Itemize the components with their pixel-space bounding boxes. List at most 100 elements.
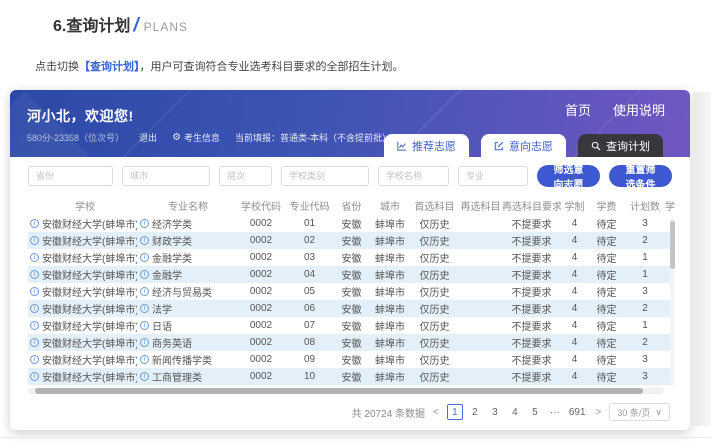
filter-input-level[interactable] bbox=[219, 166, 272, 186]
cell-school-code: 0002 bbox=[236, 252, 286, 263]
prev-page-button[interactable]: < bbox=[433, 407, 439, 418]
filter-input-school-name[interactable] bbox=[378, 166, 449, 186]
col-major-code: 专业代码 bbox=[286, 198, 333, 213]
cell-tuition: 待定 bbox=[588, 318, 625, 333]
info-icon[interactable] bbox=[30, 372, 39, 381]
info-icon[interactable] bbox=[140, 270, 149, 279]
nav-guide-link[interactable]: 使用说明 bbox=[613, 100, 665, 119]
info-icon[interactable] bbox=[30, 219, 39, 228]
filter-input-province[interactable] bbox=[28, 166, 113, 186]
cell-major: 商务英语 bbox=[140, 335, 236, 350]
cell-requirement: 不提要求 bbox=[502, 301, 561, 316]
table-row[interactable]: 安徽财经大学(蚌埠市)(... 经济学类 0002 01 安徽 蚌埠市 仅历史 … bbox=[28, 215, 672, 232]
table-row[interactable]: 安徽财经大学(蚌埠市)(... 商务英语 0002 08 安徽 蚌埠市 仅历史 … bbox=[28, 334, 672, 351]
cell-school: 安徽财经大学(蚌埠市)(... bbox=[28, 301, 140, 316]
edit-icon bbox=[494, 141, 504, 151]
slash-decoration: / bbox=[133, 15, 138, 37]
cell-school: 安徽财经大学(蚌埠市)(... bbox=[28, 267, 140, 282]
info-icon[interactable] bbox=[140, 253, 149, 262]
reset-filter-button[interactable]: 重置筛选条件 bbox=[609, 165, 672, 187]
info-icon[interactable] bbox=[30, 270, 39, 279]
cell-city: 蚌埠市 bbox=[370, 250, 410, 265]
table-row[interactable]: 安徽财经大学(蚌埠市)(... 财政学类 0002 02 安徽 蚌埠市 仅历史 … bbox=[28, 232, 672, 249]
info-icon[interactable] bbox=[140, 304, 149, 313]
table-body: 安徽财经大学(蚌埠市)(... 经济学类 0002 01 安徽 蚌埠市 仅历史 … bbox=[28, 215, 672, 385]
info-icon[interactable] bbox=[30, 338, 39, 347]
cell-school-code: 0002 bbox=[236, 371, 286, 382]
info-icon[interactable] bbox=[140, 219, 149, 228]
table-row[interactable]: 安徽财经大学(蚌埠市)(... 经济与贸易类 0002 05 安徽 蚌埠市 仅历… bbox=[28, 283, 672, 300]
vertical-scrollbar[interactable] bbox=[670, 217, 675, 385]
info-icon[interactable] bbox=[30, 287, 39, 296]
col-tuition: 学费 bbox=[588, 198, 625, 213]
cell-first-subject: 仅历史 bbox=[410, 267, 459, 282]
cell-city: 蚌埠市 bbox=[370, 267, 410, 282]
info-icon[interactable] bbox=[30, 236, 39, 245]
page-number[interactable]: 691 bbox=[567, 404, 588, 420]
cell-first-subject: 仅历史 bbox=[410, 335, 459, 350]
filter-input-major[interactable] bbox=[458, 166, 528, 186]
page-number[interactable]: 4 bbox=[507, 404, 523, 420]
info-icon[interactable] bbox=[140, 321, 149, 330]
info-icon[interactable] bbox=[140, 287, 149, 296]
pagination-pages: 12345···691 bbox=[447, 404, 588, 420]
info-icon[interactable] bbox=[30, 321, 39, 330]
table-row[interactable]: 安徽财经大学(蚌埠市)(... 日语 0002 07 安徽 蚌埠市 仅历史 不提… bbox=[28, 317, 672, 334]
page-number[interactable]: 2 bbox=[467, 404, 483, 420]
cell-requirement: 不提要求 bbox=[502, 233, 561, 248]
table-row[interactable]: 安徽财经大学(蚌埠市)(... 法学 0002 06 安徽 蚌埠市 仅历史 不提… bbox=[28, 300, 672, 317]
tab-bar: 推荐志愿 意向志愿 查询计划 bbox=[384, 134, 663, 157]
cell-school: 安徽财经大学(蚌埠市)(... bbox=[28, 284, 140, 299]
logout-link[interactable]: 退出 bbox=[139, 131, 157, 144]
filter-input-city[interactable] bbox=[122, 166, 210, 186]
table-row[interactable]: 安徽财经大学(蚌埠市)(... 工商管理类 0002 10 安徽 蚌埠市 仅历史… bbox=[28, 368, 672, 385]
table-row[interactable]: 安徽财经大学(蚌埠市)(... 金融学类 0002 03 安徽 蚌埠市 仅历史 … bbox=[28, 249, 672, 266]
col-first-subject: 首选科目 bbox=[410, 198, 459, 213]
cell-requirement: 不提要求 bbox=[502, 369, 561, 384]
table-row[interactable]: 安徽财经大学(蚌埠市)(... 新闻传播学类 0002 09 安徽 蚌埠市 仅历… bbox=[28, 351, 672, 368]
cell-duration: 4 bbox=[561, 235, 588, 246]
info-icon[interactable] bbox=[140, 338, 149, 347]
cell-duration: 4 bbox=[561, 320, 588, 331]
tab-intention[interactable]: 意向志愿 bbox=[481, 134, 566, 157]
page-size-select[interactable]: 30 条/页 ∨ bbox=[609, 403, 670, 421]
cell-school: 安徽财经大学(蚌埠市)(... bbox=[28, 216, 140, 231]
page-number[interactable]: 5 bbox=[527, 404, 543, 420]
cell-plan-count: 3 bbox=[625, 286, 665, 297]
filter-intention-button[interactable]: 筛选意向志愿 bbox=[537, 165, 600, 187]
page-number[interactable]: 1 bbox=[447, 404, 463, 420]
info-icon[interactable] bbox=[140, 372, 149, 381]
filter-input-school-type[interactable] bbox=[281, 166, 369, 186]
tab-recommend[interactable]: 推荐志愿 bbox=[384, 134, 469, 157]
nav-home-link[interactable]: 首页 bbox=[565, 100, 591, 119]
horizontal-scrollbar[interactable] bbox=[28, 388, 664, 394]
cell-first-subject: 仅历史 bbox=[410, 233, 459, 248]
info-icon[interactable] bbox=[140, 236, 149, 245]
tab-query-plans[interactable]: 查询计划 bbox=[578, 134, 663, 157]
filter-bar: 筛选意向志愿 重置筛选条件 bbox=[28, 165, 672, 187]
page-number[interactable]: 3 bbox=[487, 404, 503, 420]
cell-duration: 4 bbox=[561, 371, 588, 382]
cell-first-subject: 仅历史 bbox=[410, 284, 459, 299]
info-icon[interactable] bbox=[30, 253, 39, 262]
cell-tuition: 待定 bbox=[588, 284, 625, 299]
cell-tuition: 待定 bbox=[588, 216, 625, 231]
table-row[interactable]: 安徽财经大学(蚌埠市)(... 金融学 0002 04 安徽 蚌埠市 仅历史 不… bbox=[28, 266, 672, 283]
horizontal-scrollbar-thumb[interactable] bbox=[35, 388, 643, 394]
info-icon[interactable] bbox=[30, 304, 39, 313]
student-info-link[interactable]: ⚙ 考生信息 bbox=[172, 131, 220, 144]
vertical-scrollbar-thumb[interactable] bbox=[670, 221, 675, 269]
next-page-button[interactable]: > bbox=[596, 407, 602, 418]
app-body: 筛选意向志愿 重置筛选条件 学校 专业名称 学校代码 专业代码 省份 城市 首选… bbox=[10, 157, 690, 421]
cell-major: 金融学 bbox=[140, 267, 236, 282]
score-rank-text: 580分-23358（位次号） bbox=[27, 131, 124, 144]
info-icon[interactable] bbox=[140, 355, 149, 364]
info-icon[interactable] bbox=[30, 355, 39, 364]
page-number[interactable]: ··· bbox=[547, 404, 563, 420]
cell-plan-count: 2 bbox=[625, 337, 665, 348]
cell-city: 蚌埠市 bbox=[370, 352, 410, 367]
cell-province: 安徽 bbox=[333, 335, 370, 350]
cell-school-code: 0002 bbox=[236, 269, 286, 280]
cell-major: 新闻传播学类 bbox=[140, 352, 236, 367]
cell-province: 安徽 bbox=[333, 369, 370, 384]
